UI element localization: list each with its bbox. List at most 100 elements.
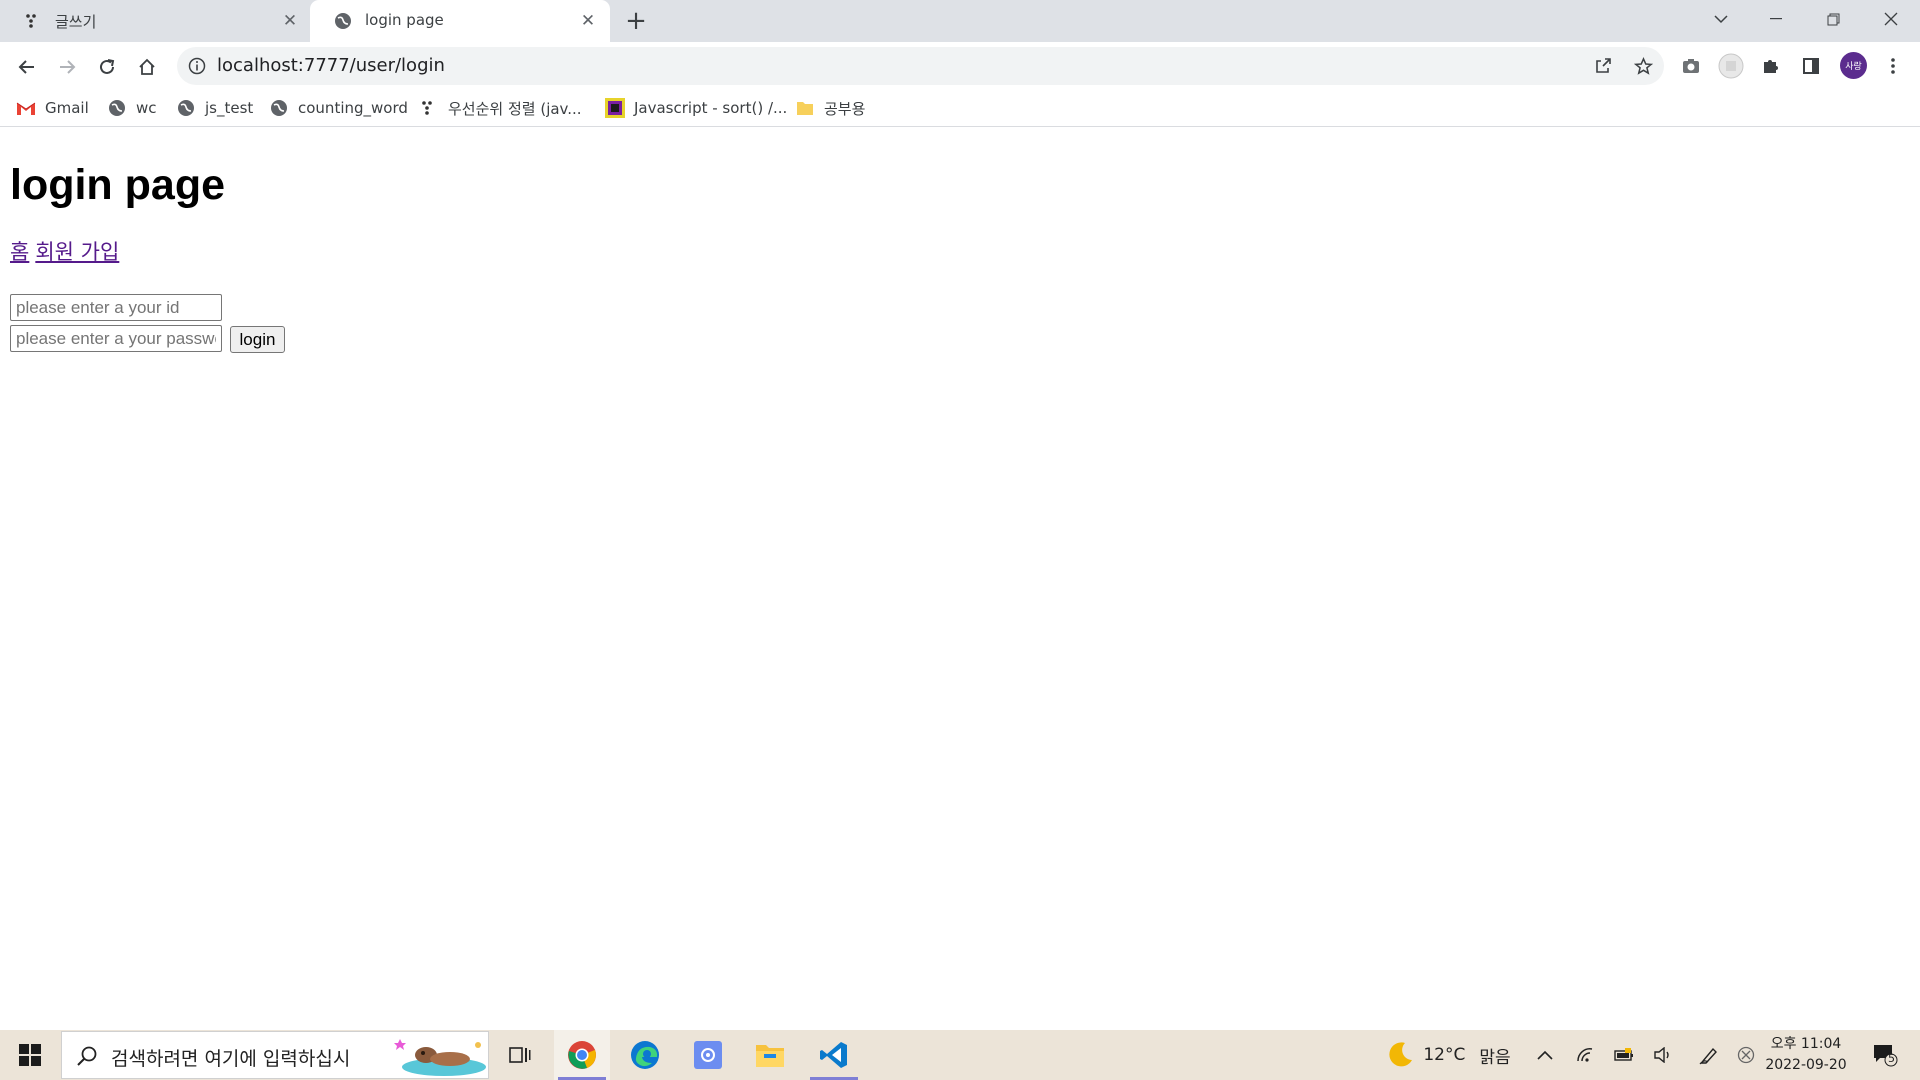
velog-icon — [23, 11, 43, 31]
weather-desc: 맑음 — [1479, 1047, 1511, 1068]
close-icon[interactable]: ✕ — [279, 10, 301, 32]
reload-button[interactable] — [91, 51, 123, 83]
search-placeholder: 검색하려면 여기에 입력하십시 — [111, 1048, 351, 1070]
minimize-button[interactable] — [1751, 0, 1801, 38]
bookmark-label: counting_word — [298, 99, 408, 117]
settings-app-taskbar-button[interactable] — [680, 1030, 736, 1080]
velog-icon — [419, 98, 439, 118]
chrome-icon — [568, 1041, 596, 1069]
page-title: login page — [10, 161, 225, 209]
bookmark-label: 우선순위 정렬 (jav... — [448, 99, 582, 118]
kebab-menu-icon[interactable] — [1878, 51, 1908, 81]
search-icon — [77, 1046, 97, 1066]
bookmark-label: Gmail — [45, 99, 89, 117]
bookmark-label: wc — [136, 99, 157, 117]
tab-login-page[interactable]: login page ✕ — [310, 0, 610, 42]
new-tab-button[interactable]: + — [624, 8, 648, 34]
tab-title: 글쓰기 — [55, 13, 97, 31]
info-icon[interactable] — [187, 56, 207, 76]
site-icon — [605, 98, 625, 118]
forward-button[interactable] — [51, 51, 83, 83]
volume-icon[interactable] — [1648, 1030, 1678, 1080]
file-explorer-taskbar-button[interactable] — [742, 1030, 798, 1080]
restore-button[interactable] — [1808, 0, 1858, 38]
windows-icon — [19, 1044, 41, 1066]
folder-icon — [756, 1045, 784, 1067]
vscode-taskbar-button[interactable] — [806, 1030, 862, 1080]
folder-icon — [795, 98, 815, 118]
arrow-left-icon — [18, 60, 34, 74]
blocked-icon[interactable] — [1733, 1030, 1759, 1080]
clock-time: 오후 11:04 — [1770, 1036, 1842, 1052]
weather-temp: 12°C — [1423, 1045, 1466, 1065]
browser-toolbar: localhost:7777/user/login 사랑 — [0, 42, 1920, 90]
avatar[interactable]: 사랑 — [1840, 52, 1867, 79]
back-button[interactable] — [11, 51, 43, 83]
taskbar-search[interactable]: 검색하려면 여기에 입력하십시 — [61, 1031, 489, 1079]
close-icon[interactable]: ✕ — [577, 10, 599, 32]
home-icon — [139, 58, 155, 75]
home-button[interactable] — [131, 51, 163, 83]
search-highlight-illustration — [394, 1039, 486, 1076]
gear-app-icon — [694, 1041, 722, 1069]
bookmark-js-test[interactable]: js_test — [176, 95, 253, 121]
taskbar-clock[interactable]: 오후 11:04 2022-09-20 — [1760, 1034, 1852, 1076]
restore-icon — [1827, 13, 1839, 25]
bookmark-gmail[interactable]: Gmail — [16, 95, 89, 121]
signup-link[interactable]: 회원 가입 — [35, 240, 119, 264]
password-input[interactable] — [10, 325, 222, 352]
tab-strip: 글쓰기 ✕ login page ✕ + — [0, 0, 1920, 42]
bookmarks-bar: Gmail wc js_test counting_word 우선순위 정렬 (… — [0, 90, 1920, 127]
bookmark-label: js_test — [205, 99, 254, 117]
extension-badge-icon[interactable] — [1716, 51, 1746, 81]
star-icon[interactable] — [1630, 53, 1656, 79]
moon-icon — [1389, 1042, 1413, 1067]
home-link[interactable]: 홈 — [10, 240, 29, 264]
chrome-taskbar-button[interactable] — [554, 1030, 610, 1080]
login-button[interactable]: login — [230, 326, 285, 353]
edge-taskbar-button[interactable] — [617, 1030, 673, 1080]
show-hidden-icons-button[interactable] — [1530, 1030, 1560, 1080]
nav-links: 홈 회원 가입 — [10, 236, 125, 266]
close-window-button[interactable] — [1866, 0, 1916, 38]
tab-title: login page — [365, 11, 444, 29]
globe-icon — [107, 98, 127, 118]
id-input[interactable] — [10, 294, 222, 321]
side-panel-icon[interactable] — [1796, 51, 1826, 81]
globe-icon — [269, 98, 289, 118]
arrow-right-icon — [60, 60, 76, 74]
chevron-up-icon — [1537, 1050, 1553, 1060]
start-button[interactable] — [8, 1030, 52, 1080]
close-icon — [1884, 12, 1898, 26]
bookmark-javascript-sort[interactable]: Javascript - sort() /... — [605, 95, 787, 121]
puzzle-icon[interactable] — [1756, 51, 1786, 81]
task-view-icon — [509, 1047, 531, 1063]
globe-icon — [333, 11, 353, 31]
bookmark-folder-study[interactable]: 공부용 — [795, 95, 865, 121]
camera-icon[interactable] — [1676, 51, 1706, 81]
vscode-icon — [820, 1042, 847, 1068]
notification-center-button[interactable]: 5 — [1865, 1030, 1905, 1080]
task-view-button[interactable] — [492, 1030, 548, 1080]
bookmark-label: 공부용 — [824, 99, 866, 118]
taskbar: 검색하려면 여기에 입력하십시 12°C 맑음 오후 11:04 2022-09… — [0, 1030, 1920, 1080]
tab-write[interactable]: 글쓰기 ✕ — [0, 0, 308, 42]
reload-icon — [100, 59, 115, 74]
notification-count: 5 — [1888, 1052, 1895, 1065]
battery-icon[interactable] — [1609, 1030, 1639, 1080]
page-content: login page 홈회원 가입 login — [0, 128, 1920, 1030]
tab-search-button[interactable] — [1696, 0, 1746, 38]
gmail-icon — [16, 98, 36, 118]
pen-icon[interactable] — [1694, 1030, 1724, 1080]
address-bar[interactable]: localhost:7777/user/login — [177, 47, 1664, 85]
weather-widget[interactable]: 12°C 맑음 — [1383, 1030, 1513, 1080]
bookmark-counting-word[interactable]: counting_word — [269, 95, 408, 121]
bookmark-wc[interactable]: wc — [107, 95, 157, 121]
clock-date: 2022-09-20 — [1765, 1057, 1847, 1073]
share-icon[interactable] — [1590, 53, 1616, 79]
url-text[interactable]: localhost:7777/user/login — [217, 55, 445, 76]
bookmark-priority-sort[interactable]: 우선순위 정렬 (jav... — [419, 95, 582, 121]
globe-icon — [176, 98, 196, 118]
network-icon[interactable] — [1570, 1030, 1600, 1080]
chevron-down-icon — [1714, 15, 1728, 24]
